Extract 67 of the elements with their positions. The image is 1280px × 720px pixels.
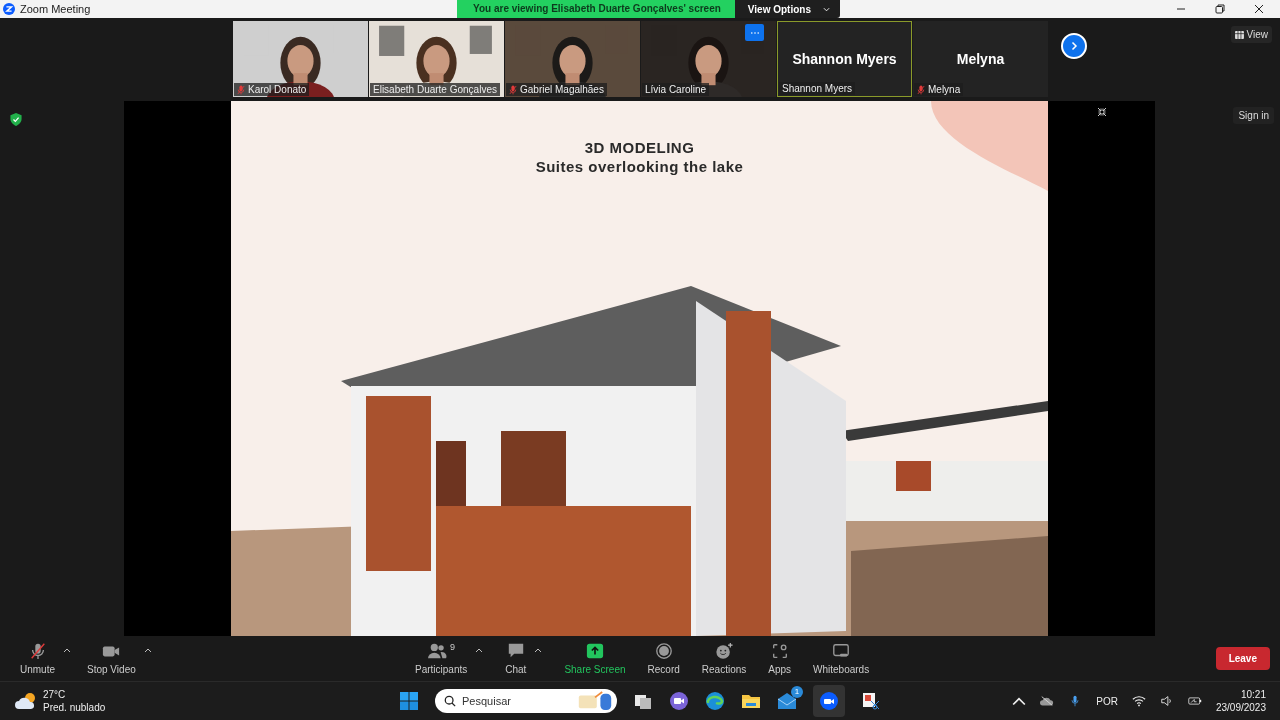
participant-name: Karol Donato: [248, 84, 307, 95]
smiley-plus-icon: [714, 642, 734, 660]
temperature: 27°C: [43, 688, 67, 701]
close-icon[interactable]: [1254, 4, 1264, 14]
next-page-button[interactable]: [1061, 33, 1087, 59]
battery-icon[interactable]: [1187, 695, 1202, 707]
shield-icon[interactable]: [10, 113, 22, 126]
view-button[interactable]: View: [1230, 26, 1272, 43]
participant-name: Shannon Myers: [792, 50, 897, 67]
caret-icon[interactable]: [475, 648, 484, 653]
caret-icon[interactable]: [143, 648, 152, 653]
chevron-up-icon[interactable]: [1012, 695, 1027, 707]
restore-icon[interactable]: [1215, 4, 1225, 14]
record-icon: [653, 642, 674, 660]
caret-icon[interactable]: [63, 648, 71, 653]
speaker-icon[interactable]: [1159, 695, 1174, 707]
slide-title: 3D MODELING: [584, 139, 695, 156]
browser-icon[interactable]: [705, 691, 725, 711]
participant-name: Melyna: [956, 50, 1005, 67]
grid-icon: [1234, 30, 1244, 39]
video-camera-icon: [819, 691, 839, 711]
more-options-button[interactable]: [745, 24, 764, 41]
toolbar-button[interactable]: Apps: [768, 642, 792, 675]
sign-in-button[interactable]: Sign in: [1233, 107, 1274, 124]
sharing-banner: You are viewing Elisabeth Duarte Gonçalves' screen: [457, 0, 735, 18]
participant-name: Melyna: [928, 84, 961, 95]
leave-button[interactable]: Leave: [1215, 647, 1270, 670]
toolbar-button[interactable]: Unmute: [20, 642, 55, 675]
weather-description: Pred. nublado: [43, 701, 106, 714]
caret-icon[interactable]: [534, 648, 543, 653]
search-highlight-icon: [577, 690, 613, 712]
toolbar-button[interactable]: Reactions: [701, 642, 747, 675]
participant-name: Lívia Caroline: [645, 84, 707, 95]
language-indicator[interactable]: POR: [1096, 695, 1118, 707]
notification-badge: 1: [791, 686, 803, 698]
clock-date[interactable]: 23/09/2023: [1215, 701, 1266, 714]
clock-time[interactable]: 10:21: [1240, 688, 1266, 701]
view-options-button[interactable]: View Options: [734, 0, 840, 18]
people-icon: [427, 642, 448, 660]
zoom-app-button[interactable]: [813, 685, 845, 717]
windows-start-icon[interactable]: [399, 691, 419, 711]
search-icon: [444, 695, 456, 707]
participant-name: Shannon Myers: [782, 83, 853, 94]
share-screen-icon: [584, 642, 605, 660]
exit-fullscreen-icon[interactable]: [1096, 107, 1107, 117]
mail-icon[interactable]: [777, 691, 797, 711]
wifi-icon[interactable]: [1131, 695, 1146, 707]
zoom-logo-icon: [3, 3, 15, 15]
snipping-tool-icon[interactable]: [861, 691, 881, 711]
toolbar-button[interactable]: 9 Participants: [415, 642, 468, 675]
search-bar[interactable]: Pesquisar: [435, 689, 617, 713]
caret-icon: [823, 6, 830, 12]
video-chat-icon[interactable]: [669, 691, 689, 711]
participant-count: 9: [450, 642, 456, 652]
toolbar-button[interactable]: Stop Video: [87, 642, 136, 675]
cloud-offline-icon[interactable]: [1040, 695, 1055, 707]
more-icon: [750, 31, 759, 34]
toolbar-button[interactable]: Whiteboards: [813, 642, 870, 675]
chevron-right-icon: [1069, 41, 1079, 51]
search-input[interactable]: Pesquisar: [462, 695, 562, 707]
toolbar-button[interactable]: Chat: [505, 642, 527, 675]
participant-name: Elisabeth Duarte Gonçalves: [373, 84, 497, 95]
toolbar-button[interactable]: Share Screen: [564, 642, 626, 675]
toolbar-button[interactable]: Record: [647, 642, 680, 675]
slide-subtitle: Suites overlooking the lake: [535, 158, 744, 175]
participant-name: Gabriel Magalhães: [520, 84, 604, 95]
window-title: Zoom Meeting: [20, 3, 91, 15]
